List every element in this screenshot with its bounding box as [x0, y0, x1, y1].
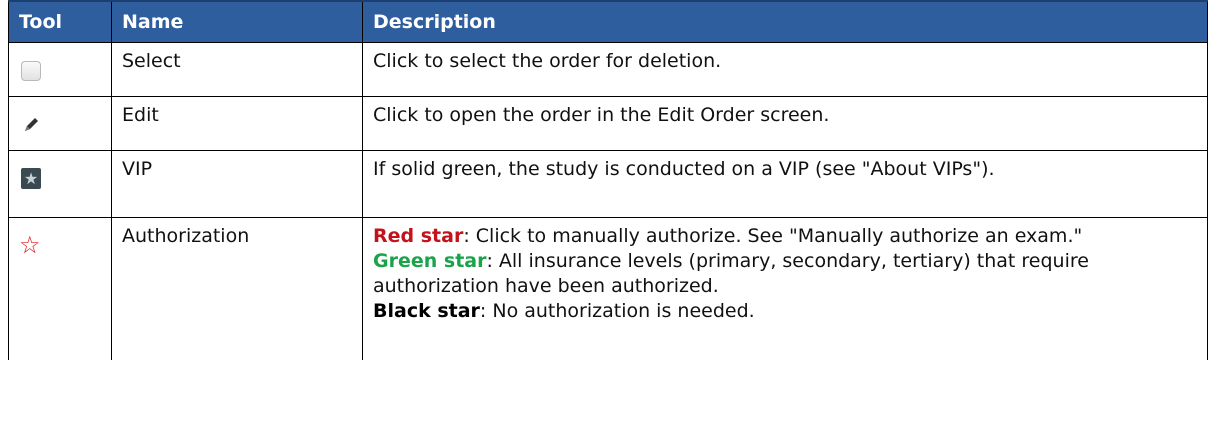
black-star-line: Black star: No authorization is needed. [373, 299, 1197, 324]
name-cell: Select [111, 42, 363, 97]
description-cell: If solid green, the study is conducted o… [362, 150, 1208, 218]
tool-cell: ☆ [8, 217, 112, 360]
tool-cell [8, 96, 112, 151]
red-star-label: Red star [373, 225, 464, 247]
header-row: Tool Name Description [8, 0, 1208, 43]
header-tool: Tool [8, 0, 112, 43]
red-star-text: : Click to manually authorize. See "Manu… [463, 225, 1083, 247]
tools-table: Tool Name Description Select Click to se… [8, 0, 1208, 360]
green-star-line: Green star: All insurance levels (primar… [373, 249, 1197, 299]
vip-star-icon: ★ [19, 167, 43, 191]
red-star-line: Red star: Click to manually authorize. S… [373, 224, 1197, 249]
name-cell: Authorization [111, 217, 363, 360]
description-cell: Red star: Click to manually authorize. S… [362, 217, 1208, 360]
checkbox-icon [19, 59, 43, 83]
table-row: ★ VIP If solid green, the study is condu… [8, 150, 1208, 218]
tool-cell: ★ [8, 150, 112, 218]
green-star-label: Green star [373, 250, 487, 272]
black-star-text: : No authorization is needed. [479, 300, 755, 322]
pencil-icon [19, 113, 43, 137]
table-row: Edit Click to open the order in the Edit… [8, 96, 1208, 151]
description-cell: Click to open the order in the Edit Orde… [362, 96, 1208, 151]
header-description: Description [362, 0, 1208, 43]
header-name: Name [111, 0, 363, 43]
black-star-label: Black star [373, 300, 480, 322]
red-star-outline-icon: ☆ [19, 231, 41, 259]
table-row: ☆ Authorization Red star: Click to manua… [8, 217, 1208, 360]
name-cell: Edit [111, 96, 363, 151]
table-row: Select Click to select the order for del… [8, 42, 1208, 97]
description-cell: Click to select the order for deletion. [362, 42, 1208, 97]
tool-cell [8, 42, 112, 97]
name-cell: VIP [111, 150, 363, 218]
